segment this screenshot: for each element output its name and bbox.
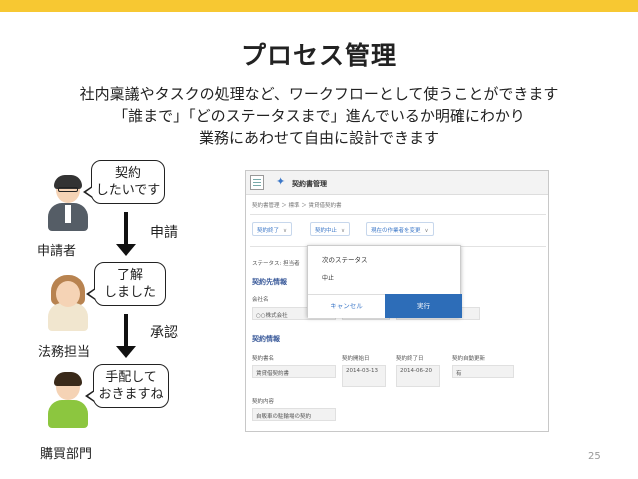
stop-contract-label: 契約中止 (315, 228, 338, 234)
bubble-line: しました (103, 285, 156, 300)
change-assignee-button[interactable]: 現在の作業者を変更 ∨ (366, 222, 434, 236)
next-status-popup: 次のステータス 中止 キャンセル 実行 (307, 245, 462, 318)
status-label: ステータス: 担当者 (252, 261, 300, 267)
accent-bar (0, 0, 638, 12)
app-header: ✦ 契約書管理 (246, 171, 548, 195)
customer-section-title: 契約先情報 (252, 278, 287, 286)
subtitle-line-1: 社内稟議やタスクの処理など、ワークフローとして使うことができます (79, 85, 559, 103)
start-date-field[interactable]: 2014-03-13 (342, 365, 386, 387)
chevron-down-icon: ∨ (283, 228, 288, 234)
pin-icon[interactable]: ✦ (276, 175, 285, 188)
cancel-button[interactable]: キャンセル (308, 294, 385, 318)
role-applicant: 申請者 (37, 244, 77, 259)
app-document-icon[interactable] (250, 175, 264, 190)
bubble-line: したいです (95, 183, 161, 198)
auto-renew-field[interactable]: 有 (452, 365, 514, 378)
speech-bubble-purchasing: 手配して おきますね (85, 364, 169, 408)
end-date-label: 契約終了日 (396, 356, 424, 362)
breadcrumb[interactable]: 契約書管理 ＞ 標準 ＞ 賃貸借契約書 (252, 201, 342, 209)
end-contract-button[interactable]: 契約終了 ∨ (252, 222, 293, 236)
bubble-line: おきますね (98, 387, 164, 402)
divider (250, 214, 546, 215)
slide-title: プロセス管理 (240, 41, 397, 70)
arrow-label-approve: 承認 (150, 325, 178, 341)
arrow-down-icon (116, 212, 136, 256)
stop-contract-button[interactable]: 契約中止 ∨ (310, 222, 351, 236)
subtitle-line-3: 業務にあわせて自由に設計できます (198, 129, 439, 147)
speech-bubble-applicant: 契約 したいです (83, 160, 165, 204)
role-legal: 法務担当 (38, 345, 91, 360)
contract-content-field[interactable]: 自販車の駐輪場の契約 (252, 408, 336, 421)
app-title: 契約書管理 (292, 180, 327, 188)
end-date-field[interactable]: 2014-06-20 (396, 365, 440, 387)
contract-name-label: 契約書名 (252, 356, 275, 362)
speech-bubble-legal: 了解 しました (86, 262, 166, 306)
contract-content-label: 契約内容 (252, 399, 275, 405)
bubble-line: 了解 (116, 268, 143, 283)
contract-section-title: 契約情報 (252, 335, 280, 343)
contract-name-field[interactable]: 賃貸借契約書 (252, 365, 336, 378)
bubble-line: 手配して (105, 370, 157, 385)
bubble-line: 契約 (114, 166, 141, 181)
company-label: 会社名 (252, 297, 269, 303)
purchasing-avatar (44, 372, 92, 432)
next-status-value[interactable]: 中止 (322, 273, 334, 282)
page-number: 25 (588, 451, 601, 462)
popup-title: 次のステータス (322, 256, 368, 264)
legal-avatar (44, 275, 92, 335)
change-assignee-label: 現在の作業者を変更 (371, 228, 421, 234)
chevron-down-icon: ∨ (424, 228, 429, 234)
applicant-avatar (44, 175, 92, 235)
arrow-down-icon (116, 314, 136, 358)
end-contract-label: 契約終了 (257, 228, 280, 234)
chevron-down-icon: ∨ (341, 228, 346, 234)
start-date-label: 契約開始日 (342, 356, 370, 362)
subtitle-line-2: 「誰まで」「どのステータスまで」進んでいるか明確にわかり (113, 107, 525, 125)
auto-renew-label: 契約自動更新 (452, 356, 486, 362)
role-purchasing: 購買部門 (40, 447, 93, 462)
arrow-label-apply: 申請 (150, 225, 178, 241)
execute-button[interactable]: 実行 (385, 294, 462, 318)
